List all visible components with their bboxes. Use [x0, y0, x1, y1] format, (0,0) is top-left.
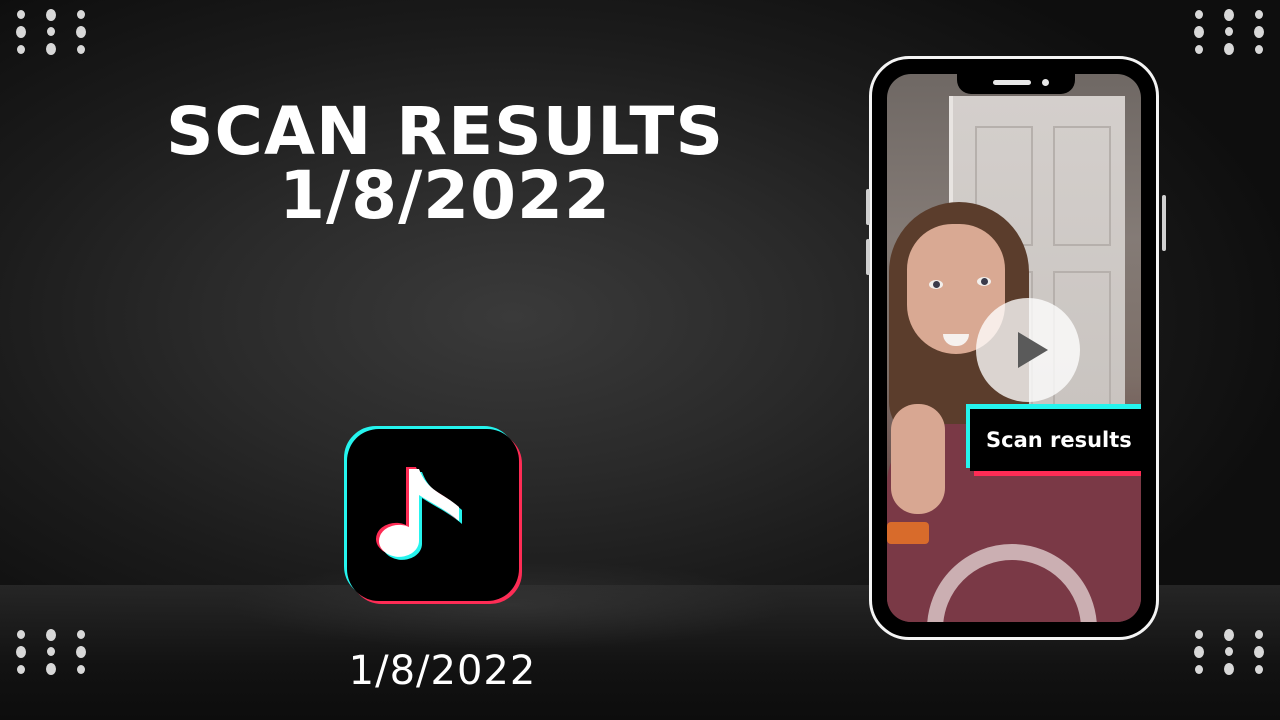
title-line-2: 1/8/2022: [279, 157, 611, 234]
video-overlay-text: Scan results: [970, 409, 1141, 471]
phone-notch: [957, 74, 1075, 94]
tiktok-icon: [344, 426, 524, 606]
decorative-dots-top-left: [6, 6, 96, 58]
phone-camera: [1042, 79, 1049, 86]
page-title: SCAN RESULTS 1/8/2022: [160, 93, 730, 234]
phone-side-button: [866, 239, 870, 275]
date-caption: 1/8/2022: [348, 648, 537, 694]
tiktok-icon-tile: [347, 429, 519, 601]
phone-power-button: [1162, 195, 1166, 251]
phone-side-button: [866, 189, 870, 225]
video-person-watch: [887, 522, 929, 544]
phone-mockup: Scan results: [866, 56, 1166, 640]
title-line-1: SCAN RESULTS: [166, 93, 724, 170]
play-icon[interactable]: [976, 298, 1080, 402]
decorative-dots-top-right: [1184, 6, 1274, 58]
video-person-eye: [929, 280, 943, 289]
music-note-icon: [376, 467, 462, 560]
video-overlay-label: Scan results: [966, 404, 1141, 476]
video-person-eye: [977, 277, 991, 286]
video-person-hand: [891, 404, 945, 514]
decorative-dots-bottom-right: [1184, 626, 1274, 678]
decorative-dots-bottom-left: [6, 626, 96, 678]
phone-speaker: [993, 80, 1031, 85]
video-thumbnail[interactable]: Scan results: [887, 74, 1141, 622]
